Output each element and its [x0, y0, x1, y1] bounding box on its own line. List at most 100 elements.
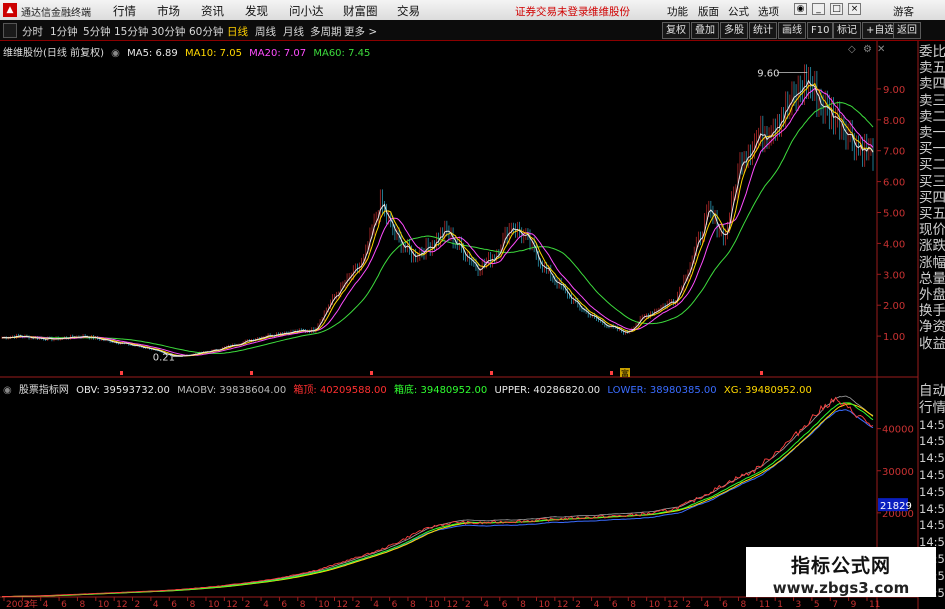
- chart-settings-icon[interactable]: ⚙: [863, 44, 872, 55]
- diamond-icon[interactable]: ◇: [848, 44, 856, 55]
- x-tick-label: 2: [135, 600, 141, 609]
- side-label[interactable]: 卖二: [919, 109, 945, 125]
- side-label[interactable]: 卖四: [919, 76, 945, 92]
- side-label[interactable]: 买四: [919, 190, 945, 206]
- price-tick-label: 3.00: [883, 270, 905, 281]
- watermark: 指标公式网 www.zbgs3.com: [746, 547, 936, 597]
- x-tick-label: 6: [612, 600, 618, 609]
- x-tick-label: 8: [740, 600, 746, 609]
- tick-time[interactable]: 14:50: [919, 484, 945, 500]
- side-label[interactable]: 换手: [919, 303, 945, 319]
- x-tick-label: 12: [226, 600, 237, 609]
- x-tick-label: 2: [575, 600, 581, 609]
- maobv-value: MAOBV: 39838604.00: [177, 385, 287, 396]
- panel-close-icon[interactable]: ✕: [877, 44, 885, 55]
- x-tick-label: 12: [447, 600, 458, 609]
- obv-value: OBV: 39593732.00: [76, 385, 170, 396]
- x-tick-label: 8: [79, 600, 85, 609]
- ma5-line: [1, 79, 874, 357]
- indicator-name[interactable]: 股票指标网: [19, 385, 69, 396]
- box-top-value: 箱顶: 40209588.00: [293, 385, 387, 396]
- price-tick-label: 4.00: [883, 239, 905, 250]
- side-label[interactable]: 买五: [919, 206, 945, 222]
- stock-title[interactable]: 维维股份(日线 前复权): [3, 48, 104, 59]
- x-tick-label: 10: [428, 600, 440, 609]
- side-label[interactable]: 总量: [919, 271, 945, 287]
- xg-value: XG: 39480952.00: [723, 385, 812, 396]
- obv-tick-label: 30000: [882, 467, 914, 478]
- x-tick-label: 4: [263, 600, 269, 609]
- x-tick-label: 4: [483, 600, 489, 609]
- side-label[interactable]: 卖三: [919, 93, 945, 109]
- auto-quote-label[interactable]: 行情: [919, 400, 945, 416]
- obv-line: [1, 396, 874, 598]
- current-obv-label: 21829: [880, 501, 912, 512]
- price-series: [1, 64, 874, 357]
- x-tick-label: 9: [851, 600, 857, 609]
- obv-box-bottom-line: [2, 402, 874, 598]
- side-label[interactable]: 卖一: [919, 125, 945, 141]
- x-tick-label: 6: [281, 600, 287, 609]
- event-marker: [370, 371, 373, 375]
- auto-quote-label[interactable]: 自动: [919, 383, 945, 399]
- ma10-value: MA10: 7.05: [184, 48, 242, 59]
- side-label[interactable]: 净资: [919, 319, 945, 335]
- event-marker: [250, 371, 253, 375]
- settings-icon[interactable]: ◉: [111, 48, 120, 59]
- price-y-axis: 9.00 8.00 7.00 6.00 5.00 4.00 3.00 2.00 1.00: [877, 85, 905, 343]
- price-tick-label: 1.00: [883, 332, 905, 343]
- indicator-settings-icon[interactable]: ◉: [3, 385, 12, 396]
- box-bottom-value: 箱底: 39480952.00: [393, 385, 488, 396]
- price-tick-label: 8.00: [883, 116, 905, 127]
- side-label[interactable]: 买三: [919, 174, 945, 190]
- obv-upper-line: [1, 395, 874, 597]
- side-label[interactable]: 买二: [919, 157, 945, 173]
- low-price-label: 0.21: [153, 353, 175, 364]
- side-label[interactable]: 涨跌: [919, 238, 945, 254]
- high-price-label: 9.60: [757, 68, 779, 79]
- tick-time[interactable]: 14:50: [919, 517, 945, 533]
- side-label[interactable]: 现价: [919, 222, 945, 238]
- x-tick-label: 8: [630, 600, 636, 609]
- obv-lower-line: [2, 409, 874, 598]
- x-tick-label: 8: [410, 600, 416, 609]
- side-label[interactable]: 外盘: [919, 287, 945, 303]
- side-label[interactable]: 卖五: [919, 60, 945, 76]
- x-tick-label: 8: [520, 600, 526, 609]
- tick-time[interactable]: 14:50: [919, 417, 945, 433]
- lower-value: LOWER: 38980385.00: [607, 385, 717, 396]
- x-tick-label: 12: [337, 600, 348, 609]
- tick-time[interactable]: 14:50: [919, 467, 945, 483]
- side-label[interactable]: 收益: [919, 336, 945, 352]
- x-tick-label: 2: [685, 600, 691, 609]
- watermark-title: 指标公式网: [790, 555, 891, 577]
- x-tick-label: 10: [649, 600, 661, 609]
- x-tick-label: 6: [502, 600, 508, 609]
- obv-xg-line: [2, 403, 874, 598]
- obv-y-axis: 40000300002000021829: [877, 425, 914, 520]
- side-label[interactable]: 买一: [919, 141, 945, 157]
- x-tick-label: 10: [208, 600, 220, 609]
- obv-tick-label: 40000: [882, 425, 914, 436]
- x-tick-label: 2: [245, 600, 251, 609]
- x-tick-label: 10: [98, 600, 110, 609]
- x-tick-label: 12: [667, 600, 678, 609]
- x-tick-label: 4: [594, 600, 600, 609]
- ma60-line: [1, 101, 874, 354]
- side-label[interactable]: 涨幅: [919, 255, 945, 271]
- x-tick-label: 11: [869, 600, 880, 609]
- x-tick-label: 8: [190, 600, 196, 609]
- x-tick-label: 4: [153, 600, 159, 609]
- price-header: 维维股份(日线 前复权) ◉ MA5: 6.89 MA10: 7.05 MA20…: [3, 44, 374, 59]
- price-tick-label: 5.00: [883, 209, 905, 220]
- side-label[interactable]: 委比: [919, 44, 945, 60]
- tick-time[interactable]: 14:50: [919, 501, 945, 517]
- kline-chart[interactable]: 9.00 8.00 7.00 6.00 5.00 4.00 3.00 2.00 1.00 400…: [0, 0, 945, 609]
- x-tick-label: 2: [355, 600, 361, 609]
- tick-time[interactable]: 14:50: [919, 450, 945, 466]
- chart-annotations: 9.60 0.21 富: [120, 68, 808, 378]
- tick-time[interactable]: 14:50: [919, 433, 945, 449]
- x-tick-label: 8: [300, 600, 306, 609]
- x-tick-label: 6: [171, 600, 177, 609]
- x-axis: 2003年2 4 6 8 10 12 2 4 6 8 10 12 2 4 6 8 10 12 2 4 6 8 10 12 2 4 6…: [3, 597, 880, 609]
